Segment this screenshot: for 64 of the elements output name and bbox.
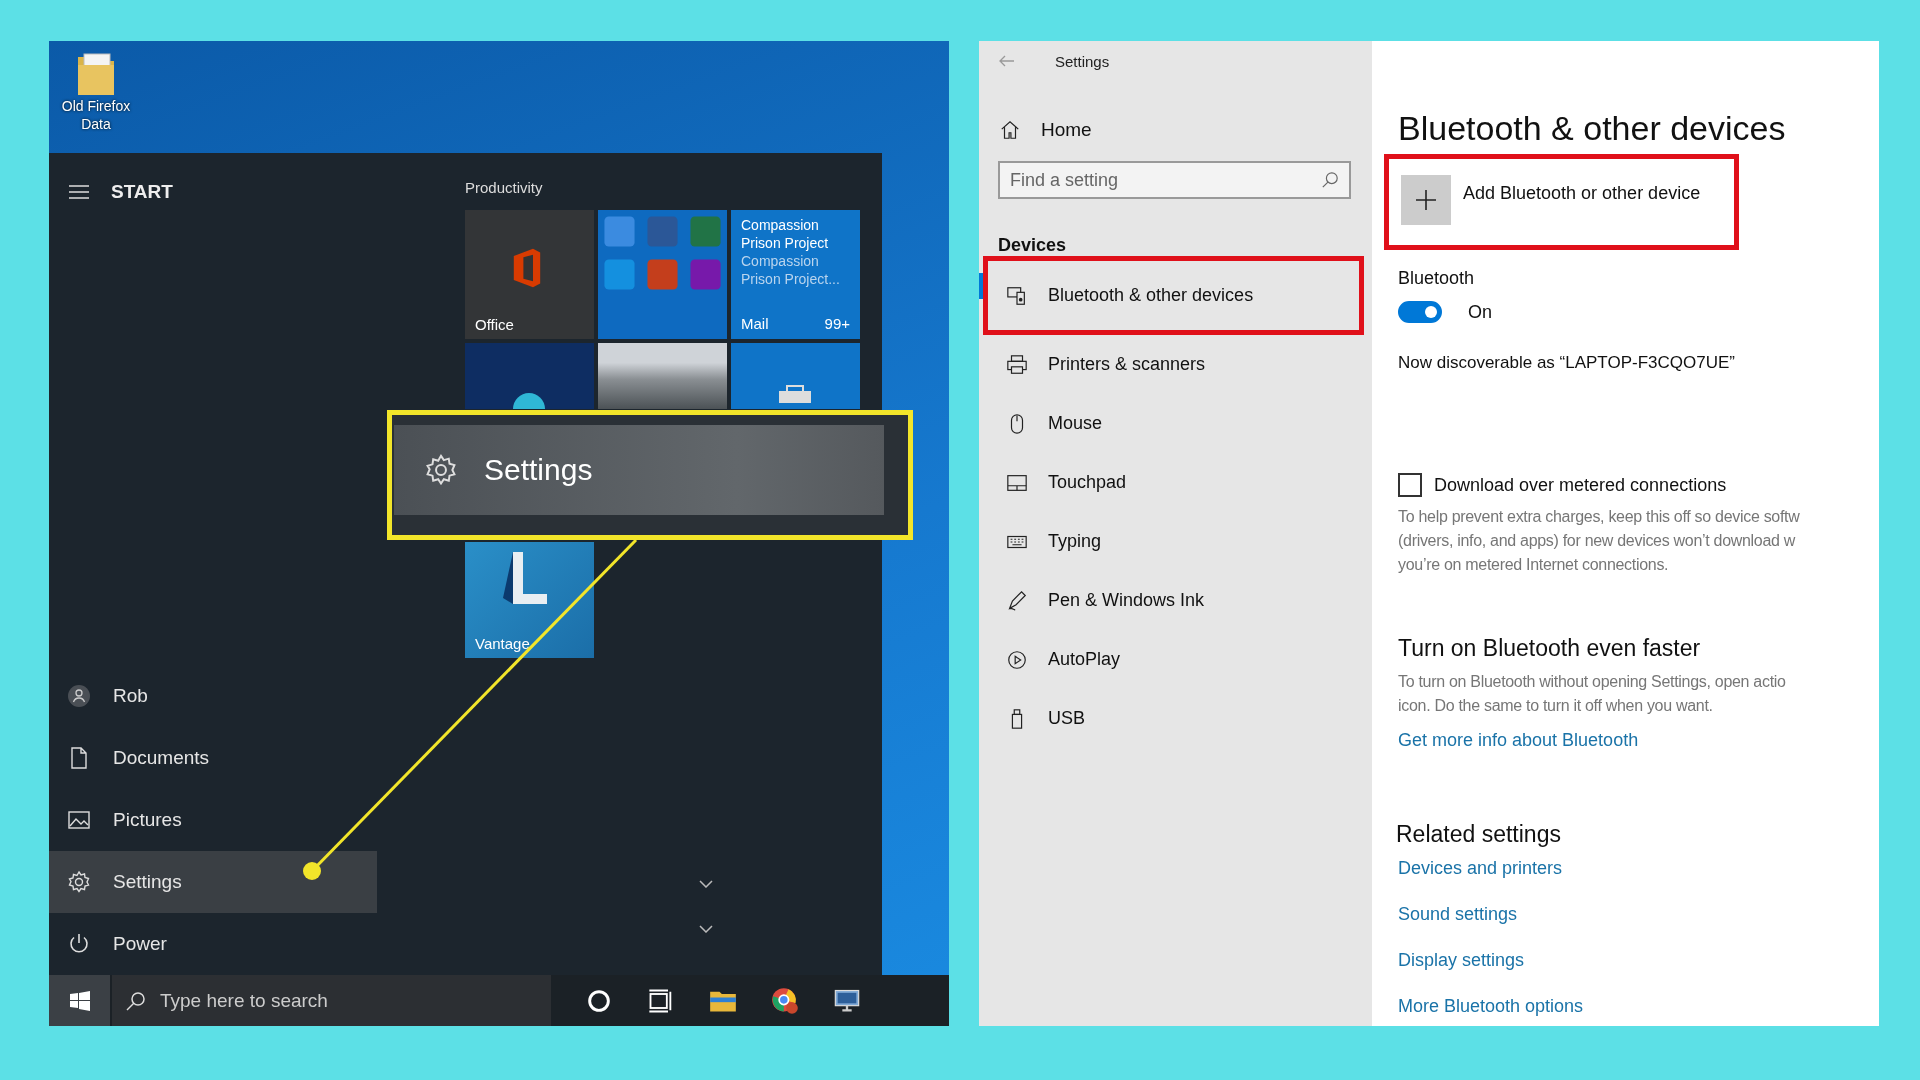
bluetooth-toggle[interactable] <box>1398 301 1442 323</box>
related-link[interactable]: Display settings <box>1398 950 1525 971</box>
windows-logo-icon <box>69 990 90 1011</box>
metered-checkbox[interactable] <box>1398 473 1422 497</box>
nav-item[interactable]: Mouse <box>983 394 1364 453</box>
help-text: To turn on Bluetooth without opening Settings, open actio icon. Do the same to turn it off when you want. <box>1398 672 1786 716</box>
nav-item[interactable]: Pen & Windows Ink <box>983 571 1364 630</box>
toggle-state: On <box>1468 301 1492 323</box>
avatar-icon <box>67 684 91 708</box>
section-heading: Turn on Bluetooth even faster <box>1398 635 1701 662</box>
home-nav-item[interactable]: Home <box>979 81 1372 141</box>
pen-icon <box>1006 589 1028 612</box>
start-menu-item[interactable]: Pictures <box>49 789 377 851</box>
app-tile[interactable]: Office <box>465 210 594 339</box>
menu-icon[interactable] <box>69 185 89 199</box>
help-text: To help prevent extra charges, keep this off so device softw (drivers, info, and apps) for new devices won’t download w you’re on metered Internet connections. <box>1398 507 1800 575</box>
chevron-down-icon[interactable] <box>699 925 713 933</box>
search-input[interactable]: Find a setting <box>1010 163 1321 197</box>
callout-label: Settings <box>484 453 593 487</box>
related-link[interactable]: Sound settings <box>1398 904 1518 925</box>
start-menu-item[interactable]: Documents <box>49 727 377 789</box>
search-icon <box>126 990 146 1011</box>
start-menu-item[interactable]: Settings <box>49 851 377 913</box>
nav-item[interactable]: AutoPlay <box>983 630 1364 689</box>
home-icon <box>999 119 1021 141</box>
start-menu-item[interactable]: Rob <box>49 665 377 727</box>
find-setting-field[interactable]: Find a setting <box>998 161 1351 199</box>
discoverable-text: Now discoverable as “LAPTOP-F3CQO7UE” <box>1398 353 1735 373</box>
mail-tile[interactable]: Compassion Prison Project Compassion Prison Project... Mail 99+ <box>731 210 860 339</box>
picture-icon <box>67 808 91 832</box>
related-link[interactable]: More Bluetooth options <box>1398 996 1584 1017</box>
printer-icon <box>1006 353 1028 376</box>
app-tile[interactable] <box>465 343 594 409</box>
nav-item[interactable]: Printers & scanners <box>983 335 1364 394</box>
desktop-icon-label[interactable]: Old Firefox Data <box>55 97 137 133</box>
play-circle-icon <box>1006 648 1028 671</box>
photo-placeholder[interactable] <box>598 343 727 409</box>
related-link[interactable]: Devices and printers <box>1398 858 1563 879</box>
start-title: START <box>111 181 173 203</box>
app-tile[interactable] <box>731 343 860 409</box>
start-button[interactable] <box>49 975 110 1026</box>
page-heading: Bluetooth & other devices <box>1398 109 1786 148</box>
section-heading: Related settings <box>1396 821 1561 848</box>
settings-icon <box>424 453 458 487</box>
start-menu-item[interactable]: Power <box>49 913 377 975</box>
settings-icon <box>67 870 91 894</box>
chevron-down-icon[interactable] <box>699 880 713 888</box>
section-heading: Devices <box>997 234 1068 256</box>
devices-icon <box>1006 284 1028 307</box>
folder-icon[interactable] <box>76 51 116 97</box>
add-device-button[interactable]: Add Bluetooth or other device <box>1384 154 1740 250</box>
checkbox-label[interactable]: Download over metered connections <box>1434 474 1727 496</box>
app-folder-tile[interactable] <box>598 210 727 339</box>
nav-item[interactable]: USB <box>983 689 1364 748</box>
nav-item[interactable]: Typing <box>983 512 1364 571</box>
browser-icon[interactable] <box>771 986 799 1015</box>
tile-group-title: Productivity <box>465 179 543 196</box>
nav-item[interactable]: Touchpad <box>983 453 1364 512</box>
plus-icon <box>1401 175 1451 225</box>
window-title: Settings <box>1055 52 1110 70</box>
bluetooth-label: Bluetooth <box>1398 268 1475 289</box>
app-tile[interactable]: Vantage <box>465 542 594 658</box>
info-link[interactable]: Get more info about Bluetooth <box>1398 730 1639 751</box>
search-icon <box>1321 171 1339 189</box>
